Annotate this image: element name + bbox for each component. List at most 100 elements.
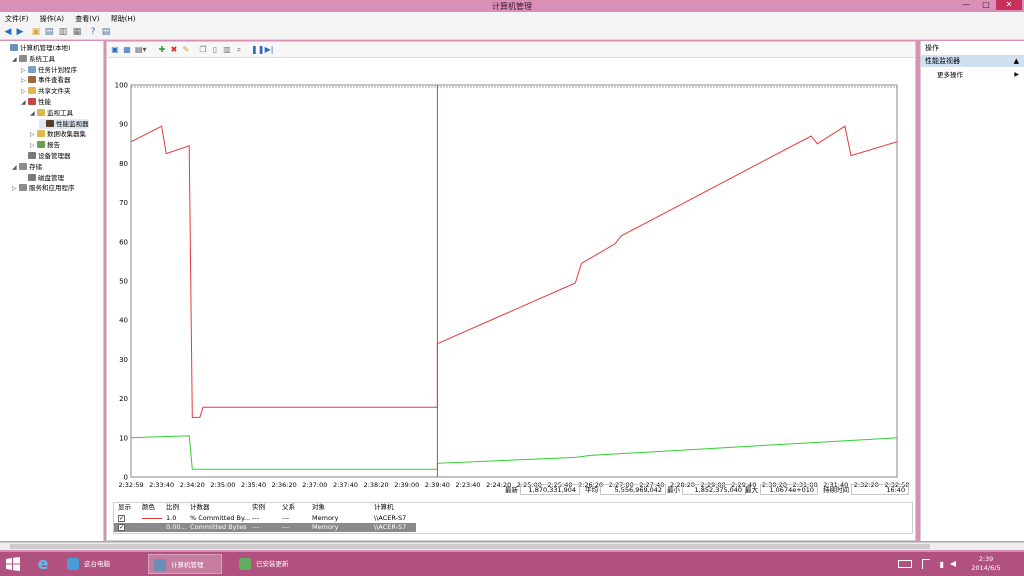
taskbar-item-this-pc[interactable]: 这台电脑 (62, 554, 136, 574)
legend-row-selected[interactable]: ✓ 0.00... Committed Bytes --- --- Memory… (114, 523, 416, 532)
properties-icon[interactable]: ▥ (222, 45, 232, 55)
paste-counter-icon[interactable]: ▯ (210, 45, 220, 55)
menu-file[interactable]: 文件(F) (0, 12, 33, 24)
stat-average-label: 平均 (585, 486, 598, 494)
clock-time: 2:39 (978, 555, 994, 563)
help-icon[interactable]: ? (88, 27, 98, 37)
windows-start-icon[interactable] (6, 557, 20, 571)
object-cell: Memory (312, 514, 339, 522)
y-tick-label: 40 (119, 317, 128, 325)
tree-item-label: 报告 (47, 141, 60, 150)
forward-icon[interactable]: ▶ (15, 27, 25, 37)
tree-item[interactable]: ▷ 任务计划程序 (21, 65, 77, 75)
taskbar-item-computer-management[interactable]: 计算机管理 (148, 554, 222, 574)
delete-counter-icon[interactable]: ✖ (169, 45, 179, 55)
tree-item[interactable]: ▷ 报告 (30, 140, 60, 150)
show-checkbox[interactable]: ✓ (118, 523, 125, 532)
update-data-icon[interactable]: ▶| (264, 45, 274, 55)
up-folder-icon[interactable]: ▣ (31, 27, 41, 37)
menu-view[interactable]: 查看(V) (70, 12, 103, 24)
volume-icon[interactable]: ◀ (950, 559, 956, 568)
header-parent[interactable]: 父系 (282, 503, 295, 512)
folder-icon (37, 141, 45, 149)
folder-icon (28, 76, 36, 84)
window-title: 计算机管理 (492, 2, 532, 11)
collapse-icon[interactable]: ◢ (21, 98, 28, 108)
expand-icon[interactable]: ▷ (30, 141, 37, 151)
tree-item[interactable]: 磁盘管理 (21, 173, 64, 183)
export-list-icon[interactable]: ▦ (72, 27, 82, 37)
tree-item[interactable]: ◢ 性能 (21, 97, 51, 107)
change-graph-type-icon[interactable]: ▤▾ (135, 45, 147, 55)
network-icon[interactable]: ▮ (940, 560, 944, 569)
show-hide-tree-icon[interactable]: ▤ (44, 27, 54, 37)
counter-cell: Committed Bytes (190, 523, 247, 531)
tree-item[interactable]: ▷ 数据收集器集 (30, 129, 86, 139)
tree-item[interactable]: ▷ 事件查看器 (21, 75, 71, 85)
maximize-button[interactable]: □ (978, 0, 994, 10)
expand-icon[interactable]: ▷ (30, 130, 37, 140)
collapse-icon[interactable]: ◢ (12, 163, 19, 173)
header-computer[interactable]: 计算机 (374, 503, 394, 512)
tree-item[interactable]: ▷ 共享文件夹 (21, 86, 71, 96)
header-counter[interactable]: 计数器 (190, 503, 210, 512)
y-tick-label: 70 (119, 199, 128, 207)
zoom-icon[interactable]: ⌕ (234, 45, 244, 55)
performance-graph[interactable]: 10090807060504030201002:32:59 2:33:40 2:34… (107, 60, 915, 520)
add-counter-icon[interactable]: ✚ (157, 45, 167, 55)
tree-item[interactable]: ◢ 监视工具 (30, 108, 73, 118)
expand-icon[interactable]: ▷ (21, 76, 28, 86)
header-show[interactable]: 显示 (118, 503, 131, 512)
tree-item[interactable]: ◢ 系统工具 (12, 54, 55, 64)
minimize-button[interactable]: — (958, 0, 974, 10)
close-button[interactable]: ✕ (996, 0, 1022, 10)
menu-help[interactable]: 帮助(H) (106, 12, 140, 24)
actions-section-perfmon[interactable]: 性能监视器 ▲ (921, 55, 1024, 67)
back-icon[interactable]: ◀ (3, 27, 13, 37)
collapse-icon[interactable]: ▲ (1014, 55, 1019, 67)
expand-icon[interactable]: ▷ (21, 87, 28, 97)
stat-last: 最新 1,870,331,904 (505, 484, 581, 496)
collapse-icon[interactable]: ◢ (30, 109, 37, 119)
tree-item[interactable]: 计算机管理(本地) (3, 43, 71, 53)
tree-item[interactable]: 设备管理器 (21, 151, 71, 161)
expand-icon[interactable]: ▷ (21, 66, 28, 76)
system-clock[interactable]: 2:39 2014/6/5 (966, 555, 1006, 573)
tree-item-label: 监视工具 (47, 108, 73, 117)
properties-icon[interactable]: ▥ (58, 27, 68, 37)
counter-legend-table: 显示 颜色 比例 计数器 实例 父系 对象 计算机 ✓ 1.0 % Commit… (113, 502, 913, 534)
ie-icon[interactable]: e (34, 555, 52, 573)
taskbar-item-installed-updates[interactable]: 已安装更新 (234, 554, 308, 574)
header-object[interactable]: 对象 (312, 503, 325, 512)
tree-item[interactable]: 性能监视器 (39, 118, 89, 129)
copy-properties-icon[interactable]: ❐ (198, 45, 208, 55)
header-color[interactable]: 颜色 (142, 503, 155, 512)
show-checkbox[interactable]: ✓ (118, 514, 125, 523)
horizontal-scrollbar[interactable] (0, 542, 1024, 550)
scrollbar-thumb[interactable] (10, 544, 930, 549)
keyboard-icon[interactable] (898, 560, 912, 568)
more-actions-item[interactable]: 更多操作 ▶ (921, 70, 1024, 80)
header-instance[interactable]: 实例 (252, 503, 265, 512)
expand-icon[interactable]: ▷ (12, 184, 19, 194)
tree-item[interactable]: ◢ 存储 (12, 162, 42, 172)
highlight-icon[interactable]: ✎ (181, 45, 191, 55)
header-scale[interactable]: 比例 (166, 503, 179, 512)
collapse-icon[interactable]: ◢ (12, 55, 19, 65)
stat-average: 平均 5,556,969,042 (585, 484, 667, 496)
menu-action[interactable]: 操作(A) (35, 12, 68, 24)
stat-last-label: 最新 (505, 486, 518, 494)
taskbar-item-label: 这台电脑 (84, 560, 110, 568)
tray-flag-icon[interactable] (922, 559, 930, 569)
legend-row[interactable]: ✓ 1.0 % Committed By... --- --- Memory \… (114, 514, 914, 523)
show-hide-action-icon[interactable]: ▤ (101, 27, 111, 37)
y-tick-label: 100 (115, 82, 128, 90)
parent-cell: --- (282, 523, 290, 531)
view-current-activity-icon[interactable]: ▣ (110, 45, 120, 55)
view-log-data-icon[interactable]: ▦ (122, 45, 132, 55)
freeze-display-icon[interactable]: ❚❚ (251, 45, 264, 55)
y-tick-label: 10 (119, 434, 128, 442)
tree-item[interactable]: ▷ 服务和应用程序 (12, 183, 75, 193)
taskbar: e 这台电脑 计算机管理 已安装更新 ▮ ◀ 2:39 2014/6/5 (0, 552, 1024, 576)
instance-cell: --- (252, 523, 260, 531)
